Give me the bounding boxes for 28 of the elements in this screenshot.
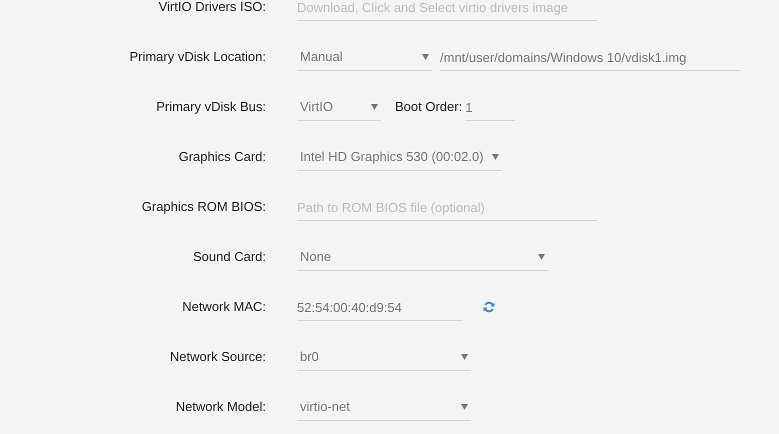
field-label: Network Source: (168, 348, 266, 366)
caret-icon (371, 104, 378, 110)
caret-icon (492, 154, 499, 160)
caret-icon (538, 254, 545, 260)
field-label: Graphics Card: (178, 148, 266, 166)
field-label: Network Model: (174, 398, 266, 416)
text-field[interactable]: 1 (465, 93, 516, 121)
field-label: Sound Card: (192, 248, 266, 266)
text-field[interactable]: Path to ROM BIOS file (optional) (297, 193, 597, 221)
select-field[interactable]: VirtIO (297, 93, 381, 121)
field-label: Network MAC: (181, 298, 266, 316)
select-field[interactable]: None (297, 243, 548, 271)
caret-icon (461, 354, 468, 360)
text-field[interactable]: /mnt/user/domains/Windows 10/vdisk1.img (440, 43, 740, 71)
field-label: Primary vDisk Location: (128, 48, 266, 66)
caret-icon (422, 54, 429, 60)
field-label: VirtIO Drivers ISO: (158, 0, 266, 16)
refresh-icon[interactable] (483, 301, 495, 313)
select-field[interactable]: Manual (297, 43, 432, 71)
select-field[interactable]: br0 (297, 343, 471, 371)
field-label: Primary vDisk Bus: (155, 98, 266, 116)
text-field[interactable]: 52:54:00:40:d9:54 (297, 293, 463, 321)
text-field[interactable]: Download, Click and Select virtio drivers image (297, 0, 597, 21)
field-label: Graphics ROM BIOS: (140, 198, 266, 216)
select-field[interactable]: virtio-net (297, 393, 471, 421)
select-field[interactable]: Intel HD Graphics 530 (00:02.0) (297, 143, 502, 171)
caret-icon (461, 404, 468, 410)
field-label: Boot Order: (395, 98, 462, 116)
